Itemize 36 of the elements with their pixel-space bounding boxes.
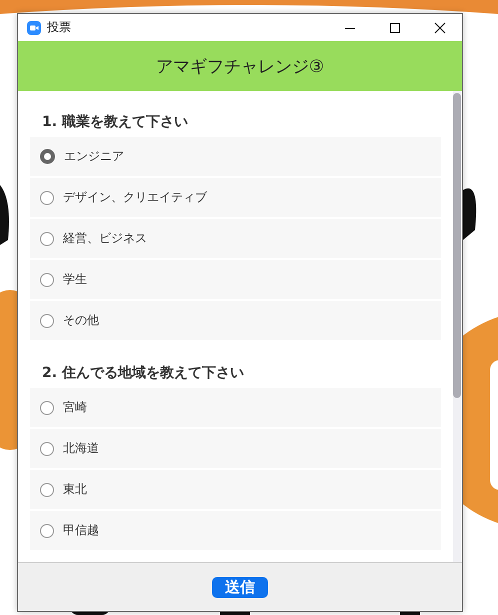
- radio-button[interactable]: [40, 524, 54, 538]
- maximize-icon[interactable]: [389, 22, 401, 34]
- question-heading: 1. 職業を教えて下さい: [41, 113, 189, 131]
- answer-option[interactable]: 宮崎: [30, 388, 441, 427]
- video-camera-icon: [27, 20, 41, 34]
- radio-button[interactable]: [40, 442, 54, 456]
- radio-button[interactable]: [40, 314, 54, 328]
- radio-button[interactable]: [40, 190, 54, 204]
- option-label: 宮崎: [63, 399, 87, 416]
- radio-button[interactable]: [40, 149, 55, 164]
- scrollbar[interactable]: [453, 91, 461, 562]
- option-label: その他: [63, 312, 99, 329]
- answer-option[interactable]: デザイン、クリエイティブ: [30, 178, 441, 217]
- radio-button[interactable]: [40, 272, 54, 286]
- option-label: 甲信越: [63, 522, 99, 539]
- option-label: 北海道: [63, 440, 99, 457]
- option-label: 東北: [63, 481, 87, 498]
- answer-option[interactable]: 甲信越: [30, 511, 441, 550]
- answer-option[interactable]: 経営、ビジネス: [30, 219, 441, 258]
- answer-option[interactable]: 学生: [30, 260, 441, 299]
- submit-button[interactable]: 送信: [212, 576, 268, 598]
- radio-button[interactable]: [40, 232, 54, 246]
- option-label: 経営、ビジネス: [63, 230, 147, 247]
- answer-option[interactable]: 北海道: [30, 429, 441, 468]
- option-label: 学生: [63, 271, 87, 288]
- poll-title: アマギフチャレンジ③: [156, 56, 324, 78]
- answer-option[interactable]: 東北: [30, 470, 441, 509]
- option-label: エンジニア: [64, 148, 124, 165]
- option-label: デザイン、クリエイティブ: [63, 189, 207, 206]
- radio-button[interactable]: [40, 482, 54, 496]
- question-heading: 2. 住んでる地域を教えて下さい: [41, 364, 245, 382]
- answer-option[interactable]: その他: [30, 301, 441, 340]
- radio-button[interactable]: [40, 400, 54, 414]
- answer-option[interactable]: エンジニア: [30, 137, 441, 176]
- window-title: 投票: [47, 19, 71, 36]
- close-icon[interactable]: [434, 22, 446, 34]
